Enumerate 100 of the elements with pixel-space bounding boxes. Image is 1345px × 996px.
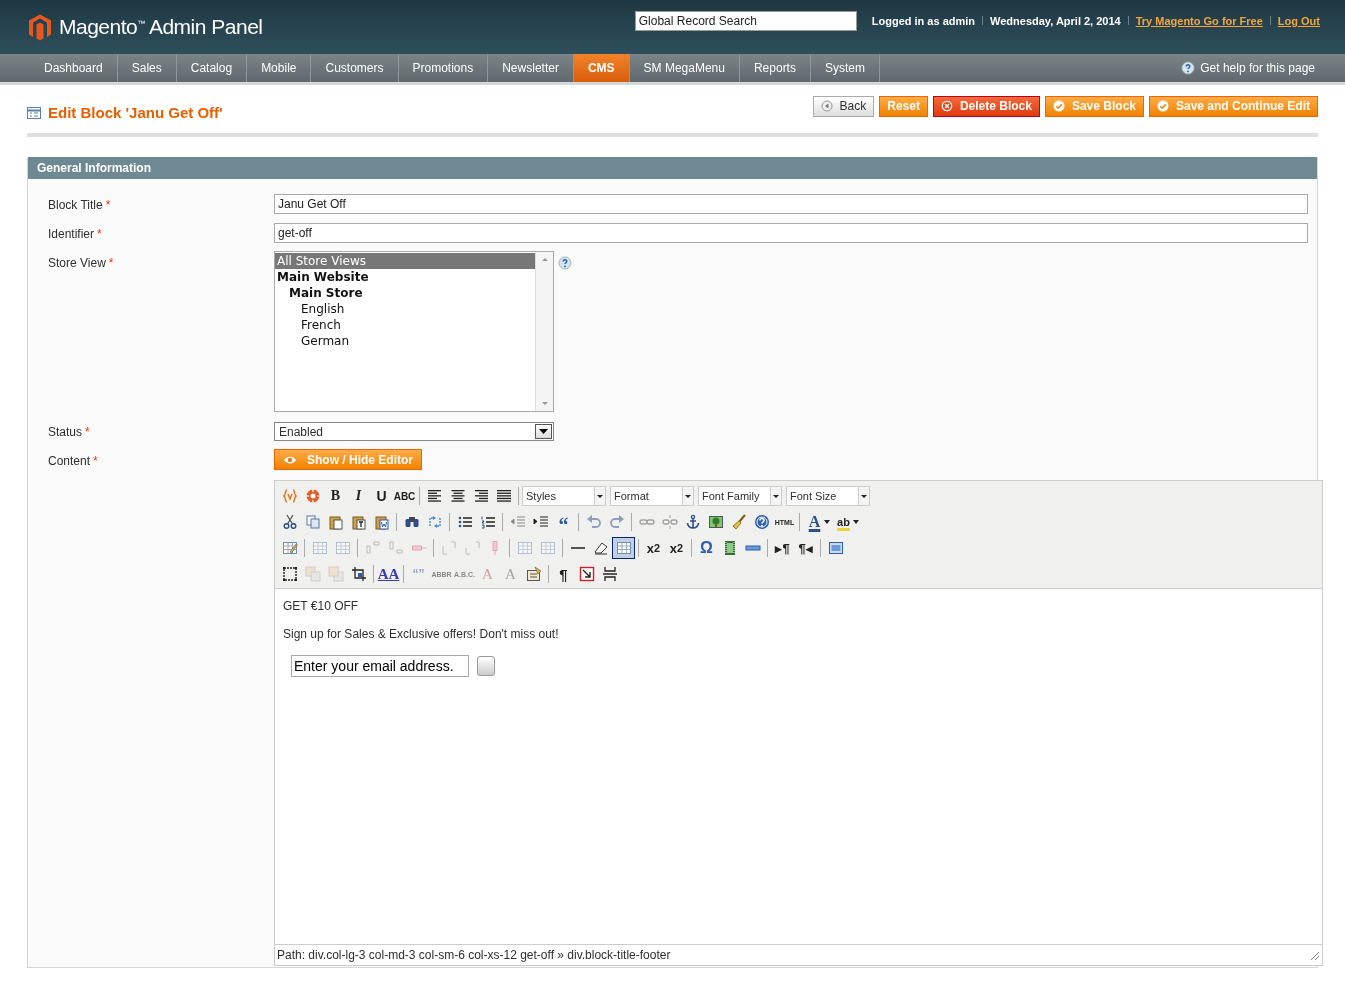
numbered-list-icon	[479, 514, 496, 530]
help-icon	[753, 514, 770, 530]
toolbar-button[interactable]: B	[324, 485, 347, 507]
toolbar-dropdown[interactable]: Format	[610, 486, 694, 506]
status-select[interactable]: Enabled	[274, 422, 554, 441]
resize-grip-icon	[1309, 949, 1320, 961]
hexagon-logo-icon	[27, 12, 53, 42]
help-link[interactable]: Get help for this page	[1200, 61, 1315, 75]
submit-button[interactable]	[477, 656, 495, 676]
table-pencil-icon	[281, 540, 298, 556]
caret-icon	[685, 494, 691, 498]
toolbar-button[interactable]: ¶	[552, 563, 575, 585]
toolbar-button[interactable]: ABC	[393, 485, 416, 507]
help-icon	[1181, 61, 1196, 75]
global-search-field[interactable]: Global Record Search	[634, 10, 857, 31]
required-mark: *	[85, 425, 90, 439]
toolbar-button[interactable]: I	[347, 485, 370, 507]
header-link[interactable]: Log Out	[1277, 14, 1320, 27]
required-mark: *	[105, 198, 111, 212]
nav-tab[interactable]: Sales	[117, 54, 177, 82]
nav-tab[interactable]: Mobile	[247, 54, 312, 82]
dashed-square-icon	[281, 566, 298, 582]
clipboard-icon	[350, 514, 367, 530]
required-mark: *	[97, 227, 102, 241]
eraser-icon	[592, 540, 609, 556]
header-link[interactable]: Try Magento Go for Free	[1135, 14, 1263, 27]
align-right-icon	[472, 488, 489, 504]
store-view-list[interactable]: All Store Views Main Website Main Store English French German	[274, 251, 554, 412]
gear-icon	[304, 488, 321, 504]
nav-tab[interactable]: Reports	[739, 54, 811, 82]
bullet-list-icon	[456, 514, 473, 530]
toolbar-button[interactable]: “	[552, 511, 575, 533]
stacked-squares-icon	[327, 566, 344, 582]
table-icon	[615, 540, 632, 556]
form-icon	[525, 566, 542, 582]
store-view-option[interactable]: Main Store	[275, 285, 535, 301]
toolbar-button[interactable]: ¶◂	[794, 537, 817, 559]
checkmark-icon	[1052, 100, 1065, 112]
store-view-option[interactable]: English	[275, 301, 535, 317]
broken-link-icon	[661, 514, 678, 530]
store-view-option[interactable]: Main Website	[275, 269, 535, 285]
help-icon	[558, 256, 572, 270]
toolbar-button[interactable]: ab	[832, 511, 855, 533]
required-mark: *	[108, 256, 114, 270]
delete-button[interactable]: Delete Block	[932, 95, 1040, 117]
caret-icon	[853, 520, 859, 524]
app-title: Magento$^{™}$ Admin Panel	[59, 15, 263, 39]
field-label: Identifier	[48, 227, 95, 241]
caret-icon	[539, 429, 548, 434]
toolbar-dropdown[interactable]: Font Size	[786, 486, 870, 506]
element-path: Path: div.col-lg-3 col-md-3 col-sm-6 col-xs-12 get-off » div.block-title-footer	[277, 948, 671, 962]
nav-tab[interactable]: SM MegaMenu	[629, 54, 740, 82]
indent-icon	[532, 514, 549, 530]
toolbar-button[interactable]: ▸¶	[771, 537, 794, 559]
toolbar-button[interactable]: U	[370, 485, 393, 507]
field-label: Content	[48, 454, 91, 468]
nav-tab[interactable]: Dashboard	[30, 54, 118, 82]
swap-arrows-icon	[426, 514, 443, 530]
store-view-option[interactable]: French	[275, 317, 535, 333]
table-icon	[516, 540, 533, 556]
anchor-icon	[684, 514, 701, 530]
toolbar-button[interactable]: AA	[377, 563, 400, 585]
scissors-icon	[281, 514, 298, 530]
nav-tab[interactable]: Newsletter	[488, 54, 574, 82]
scrollbar[interactable]	[535, 252, 553, 411]
field-label: Store View	[48, 256, 106, 270]
horizontal-line-icon	[570, 547, 585, 549]
content-text: Sign up for Sales & Exclusive offers! Don't miss out!	[283, 627, 560, 641]
toolbar-button[interactable]: A	[803, 511, 826, 533]
store-view-option[interactable]: All Store Views	[275, 253, 535, 269]
page-break-icon	[601, 566, 618, 582]
table-icon	[539, 540, 556, 556]
clipboard-icon	[373, 514, 390, 530]
email-field[interactable]: Enter your email address.	[291, 655, 469, 677]
nav-tab[interactable]: Catalog	[176, 54, 248, 82]
date-text: Wednesday, April 2, 2014	[990, 14, 1121, 27]
back-button[interactable]: Back	[812, 95, 875, 117]
cancel-icon	[940, 100, 953, 112]
toolbar-dropdown[interactable]: Font Family	[698, 486, 782, 506]
binoculars-icon	[403, 514, 420, 530]
brush-icon	[730, 514, 747, 530]
nav-tab[interactable]: Customers	[311, 54, 399, 82]
text-field[interactable]: get-off	[274, 223, 1308, 243]
toolbar-button[interactable]	[612, 537, 635, 559]
store-view-option[interactable]: German	[275, 333, 535, 349]
braces-icon	[281, 488, 298, 504]
caret-icon	[773, 494, 779, 498]
logged-in-text: Logged in as admin	[871, 14, 976, 27]
undo-icon	[585, 514, 602, 530]
toolbar-button[interactable]: Ω	[695, 537, 718, 559]
caret-icon	[597, 494, 603, 498]
outdent-icon	[509, 514, 526, 530]
nav-tab[interactable]: Promotions	[398, 54, 489, 82]
window-icon	[827, 540, 844, 556]
text-field[interactable]: Janu Get Off	[274, 194, 1308, 214]
redo-icon	[608, 514, 625, 530]
section-header: General Information	[28, 157, 1317, 179]
scroll-up-icon	[540, 256, 549, 263]
nav-tab[interactable]: System	[810, 54, 880, 82]
toolbar-dropdown[interactable]: Styles	[522, 486, 606, 506]
